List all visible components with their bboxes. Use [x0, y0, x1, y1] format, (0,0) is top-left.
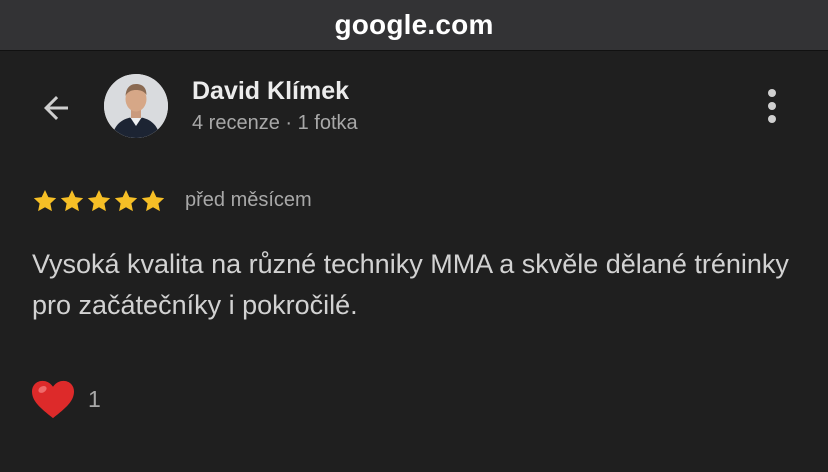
back-button[interactable]	[36, 88, 76, 128]
star-rating	[32, 188, 166, 214]
more-options-button[interactable]	[754, 84, 790, 128]
star-icon	[114, 189, 138, 212]
avatar-photo	[104, 74, 168, 138]
star-icon	[33, 189, 57, 212]
star-icon	[60, 189, 84, 212]
heart-icon	[32, 380, 74, 419]
more-vertical-icon	[768, 89, 776, 123]
review-time: před měsícem	[185, 189, 312, 211]
reviewer-stats: 4 recenze · 1 fotka	[192, 112, 358, 134]
like-button[interactable]	[30, 378, 76, 420]
reviewer-name[interactable]: David Klímek	[192, 77, 349, 106]
like-count: 1	[88, 386, 101, 412]
arrow-left-icon	[44, 96, 68, 120]
avatar[interactable]	[104, 74, 168, 138]
review-text: Vysoká kvalita na různé techniky MMA a s…	[32, 249, 789, 320]
star-icon	[141, 189, 165, 212]
browser-url-bar[interactable]: google.com	[0, 0, 828, 51]
url-label: google.com	[334, 9, 494, 40]
star-icon	[87, 189, 111, 212]
